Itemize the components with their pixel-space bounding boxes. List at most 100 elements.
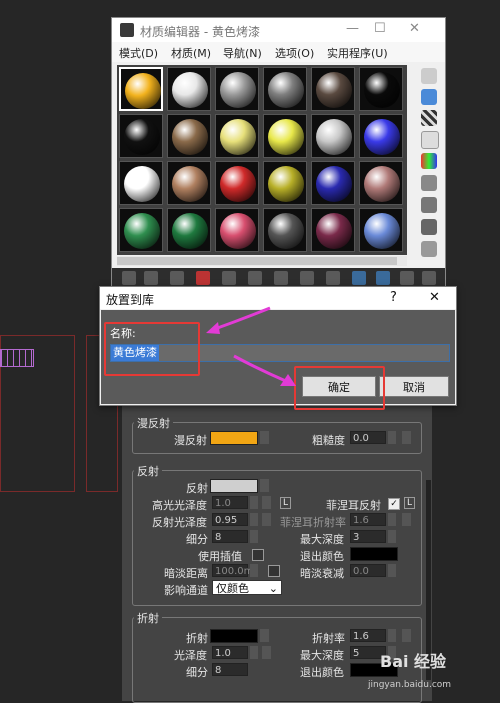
material-slot[interactable] xyxy=(215,208,259,252)
pick-material-icon[interactable] xyxy=(422,271,436,285)
video-color-icon[interactable] xyxy=(421,153,437,169)
reflect-map-button[interactable] xyxy=(260,479,269,492)
material-slot[interactable] xyxy=(311,208,355,252)
material-id-icon[interactable] xyxy=(300,271,314,285)
use-interp-checkbox[interactable] xyxy=(252,549,264,561)
go-to-parent-icon[interactable] xyxy=(376,271,390,285)
help-icon[interactable]: ? xyxy=(390,290,397,305)
max-depth-spinner[interactable] xyxy=(388,530,396,543)
material-slot[interactable] xyxy=(167,161,211,205)
refr-gloss-map-button[interactable] xyxy=(262,646,271,659)
backlight-icon[interactable] xyxy=(421,89,437,105)
go-forward-icon[interactable] xyxy=(400,271,414,285)
material-slot[interactable] xyxy=(119,208,163,252)
subdivs-spinner[interactable] xyxy=(250,530,258,543)
sample-type-icon[interactable] xyxy=(421,68,437,84)
max-depth-input[interactable]: 3 xyxy=(350,530,386,543)
dim-falloff-spinner[interactable] xyxy=(388,564,396,577)
refr-gloss-spinner[interactable] xyxy=(250,646,258,659)
reset-map-icon[interactable] xyxy=(196,271,210,285)
hilight-gloss-spinner[interactable] xyxy=(250,496,258,509)
material-slot[interactable] xyxy=(263,114,307,158)
material-slot[interactable] xyxy=(119,67,163,111)
refract-label: 折射 xyxy=(186,632,208,645)
ior-map-button[interactable] xyxy=(402,629,411,642)
hilight-gloss-input[interactable]: 1.0 xyxy=(212,496,248,509)
menu-material[interactable]: 材质(M) xyxy=(171,45,211,61)
put-to-library-icon[interactable] xyxy=(274,271,288,285)
menu-options[interactable]: 选项(O) xyxy=(275,45,314,61)
put-to-scene-icon[interactable] xyxy=(144,271,158,285)
refract-color-swatch[interactable] xyxy=(210,629,258,643)
material-slot[interactable] xyxy=(167,208,211,252)
refl-gloss-spinner[interactable] xyxy=(250,513,258,526)
roughness-input[interactable]: 0.0 xyxy=(350,431,386,444)
roughness-map-button[interactable] xyxy=(402,431,411,444)
material-navigator-icon[interactable] xyxy=(421,241,437,257)
refl-gloss-map-button[interactable] xyxy=(262,513,271,526)
material-slot[interactable] xyxy=(263,161,307,205)
material-slot[interactable] xyxy=(215,67,259,111)
menu-navigation[interactable]: 导航(N) xyxy=(223,45,262,61)
menu-mode[interactable]: 模式(D) xyxy=(119,45,158,61)
ior-input[interactable]: 1.6 xyxy=(350,629,386,642)
dialog-close-icon[interactable]: ✕ xyxy=(429,290,440,305)
hilight-gloss-map-button[interactable] xyxy=(262,496,271,509)
slots-scrollbar[interactable] xyxy=(117,256,407,266)
roughness-spinner[interactable] xyxy=(388,431,396,444)
material-slot[interactable] xyxy=(359,67,403,111)
material-slot[interactable] xyxy=(119,114,163,158)
dim-dist-input[interactable]: 100.0m xyxy=(212,564,253,577)
ior-spinner[interactable] xyxy=(388,629,396,642)
material-slot[interactable] xyxy=(311,67,355,111)
dim-falloff-input[interactable]: 0.0 xyxy=(350,564,386,577)
diffuse-map-button[interactable] xyxy=(260,431,269,444)
fresnel-ior-spinner[interactable] xyxy=(388,513,396,526)
subdivs-input[interactable]: 8 xyxy=(212,530,248,543)
background-icon[interactable] xyxy=(421,110,437,126)
material-slot[interactable] xyxy=(215,161,259,205)
material-slot[interactable] xyxy=(263,208,307,252)
fresnel-ior-map-button[interactable] xyxy=(402,513,411,526)
options-icon[interactable] xyxy=(421,197,437,213)
cancel-button[interactable]: 取消 xyxy=(379,376,449,397)
fresnel-checkbox[interactable]: ✓ xyxy=(388,498,400,510)
material-slot[interactable] xyxy=(167,67,211,111)
minimize-icon[interactable]: — xyxy=(346,21,359,36)
diffuse-color-swatch[interactable] xyxy=(210,431,258,445)
show-end-result-icon[interactable] xyxy=(352,271,366,285)
make-unique-icon[interactable] xyxy=(248,271,262,285)
material-slot[interactable] xyxy=(359,114,403,158)
material-slot[interactable] xyxy=(167,114,211,158)
refl-gloss-input[interactable]: 0.95 xyxy=(212,513,248,526)
dim-dist-checkbox[interactable] xyxy=(268,565,280,577)
material-slot[interactable] xyxy=(359,161,403,205)
fresnel-ior-input[interactable]: 1.6 xyxy=(350,513,386,526)
menu-utilities[interactable]: 实用程序(U) xyxy=(327,45,388,61)
close-icon[interactable]: ✕ xyxy=(409,21,420,36)
make-preview-icon[interactable] xyxy=(421,175,437,191)
exit-color-swatch[interactable] xyxy=(350,547,398,561)
material-slot[interactable] xyxy=(119,161,163,205)
refr-subdivs-input[interactable]: 8 xyxy=(212,663,248,676)
get-material-icon[interactable] xyxy=(122,271,136,285)
refr-gloss-input[interactable]: 1.0 xyxy=(212,646,248,659)
material-slot[interactable] xyxy=(263,67,307,111)
assign-material-icon[interactable] xyxy=(170,271,184,285)
affect-channels-select[interactable]: 仅颜色 ⌄ xyxy=(212,580,282,595)
dim-dist-spinner[interactable] xyxy=(250,564,258,577)
hilight-lock-button[interactable]: L xyxy=(280,497,292,509)
material-slot[interactable] xyxy=(215,114,259,158)
material-slot[interactable] xyxy=(311,114,355,158)
refract-map-button[interactable] xyxy=(260,629,269,642)
show-map-icon[interactable] xyxy=(326,271,340,285)
copy-material-icon[interactable] xyxy=(222,271,236,285)
material-slot[interactable] xyxy=(311,161,355,205)
select-by-material-icon[interactable] xyxy=(421,219,437,235)
material-slot[interactable] xyxy=(359,208,403,252)
sample-uv-icon[interactable] xyxy=(421,131,439,149)
refr-max-depth-label: 最大深度 xyxy=(300,649,344,662)
maximize-icon[interactable]: ☐ xyxy=(374,21,386,36)
reflect-color-swatch[interactable] xyxy=(210,479,258,493)
fresnel-lock-button[interactable]: L xyxy=(404,497,416,509)
